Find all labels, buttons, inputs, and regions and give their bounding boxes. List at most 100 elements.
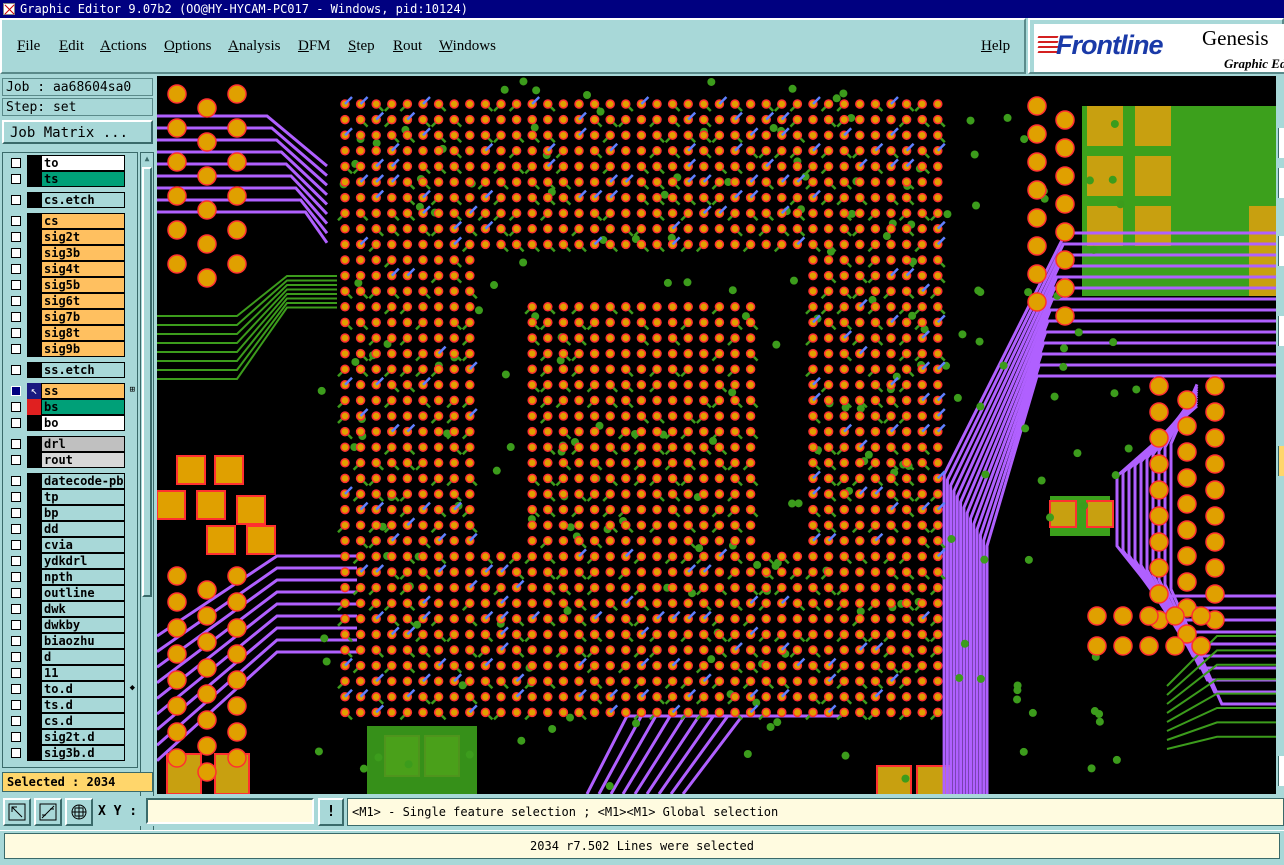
scroll-thumb[interactable]	[142, 167, 152, 597]
layer-name[interactable]: sig8t	[41, 325, 125, 341]
layer-checkbox[interactable]	[11, 365, 21, 375]
layer-checkbox[interactable]	[11, 636, 21, 646]
layer-row-bo[interactable]: bo	[3, 415, 137, 431]
menu-analysis[interactable]: Analysis	[228, 38, 281, 55]
layer-display-toggle[interactable]	[27, 489, 41, 505]
layer-checkbox[interactable]	[11, 344, 21, 354]
layer-row-sig9b[interactable]: sig9b	[3, 341, 137, 357]
layer-display-toggle[interactable]	[27, 633, 41, 649]
layer-display-toggle[interactable]	[27, 505, 41, 521]
layer-checkbox[interactable]	[11, 748, 21, 758]
layer-row-11[interactable]: 11	[3, 665, 137, 681]
layer-checkbox[interactable]	[11, 386, 21, 396]
right-tool-tab[interactable]	[1278, 316, 1284, 346]
layer-row-to[interactable]: to	[3, 155, 137, 171]
menu-windows[interactable]: Windows	[439, 38, 496, 55]
layer-display-toggle[interactable]	[27, 415, 41, 431]
layer-checkbox[interactable]	[11, 216, 21, 226]
layer-checkbox[interactable]	[11, 280, 21, 290]
menu-file[interactable]: File	[17, 38, 40, 55]
alert-button[interactable]: !	[318, 798, 344, 826]
layer-name[interactable]: drl	[41, 436, 125, 452]
layer-display-toggle[interactable]	[27, 309, 41, 325]
layer-row-sig6t[interactable]: sig6t	[3, 293, 137, 309]
measure-button[interactable]	[34, 798, 62, 826]
layer-display-toggle[interactable]	[27, 473, 41, 489]
layer-display-toggle[interactable]	[27, 341, 41, 357]
layer-list-scrollbar[interactable]: ▲ ▼	[140, 152, 154, 844]
layer-name[interactable]: ts.d	[41, 697, 125, 713]
layer-row-sig8t[interactable]: sig8t	[3, 325, 137, 341]
layer-name[interactable]: biaozhu	[41, 633, 125, 649]
layer-name[interactable]: cs.etch	[41, 192, 125, 208]
layer-name[interactable]: cs.d	[41, 713, 125, 729]
layer-checkbox[interactable]	[11, 455, 21, 465]
grid-button[interactable]	[65, 798, 93, 826]
layer-display-toggle[interactable]	[27, 649, 41, 665]
layer-checkbox[interactable]	[11, 418, 21, 428]
layer-row-sig2t-d[interactable]: sig2t.d	[3, 729, 137, 745]
layer-checkbox[interactable]	[11, 402, 21, 412]
layer-display-toggle[interactable]	[27, 681, 41, 697]
layer-checkbox[interactable]	[11, 232, 21, 242]
layer-row-bs[interactable]: bs	[3, 399, 137, 415]
layer-name[interactable]: rout	[41, 452, 125, 468]
layer-checkbox[interactable]	[11, 158, 21, 168]
layer-row-drl[interactable]: drl	[3, 436, 137, 452]
layer-display-toggle[interactable]	[27, 436, 41, 452]
layer-name[interactable]: sig9b	[41, 341, 125, 357]
layer-checkbox[interactable]	[11, 296, 21, 306]
layer-name[interactable]: dd	[41, 521, 125, 537]
layer-display-toggle[interactable]	[27, 261, 41, 277]
layer-name[interactable]: dwk	[41, 601, 125, 617]
layer-name[interactable]: sig7b	[41, 309, 125, 325]
pcb-layout-view[interactable]	[157, 76, 1276, 794]
layer-name[interactable]: ss.etch	[41, 362, 125, 378]
layer-checkbox[interactable]	[11, 716, 21, 726]
layer-checkbox[interactable]	[11, 439, 21, 449]
layer-checkbox[interactable]	[11, 732, 21, 742]
layer-checkbox[interactable]	[11, 540, 21, 550]
layer-name[interactable]: sig3b.d	[41, 745, 125, 761]
layer-row-dwk[interactable]: dwk	[3, 601, 137, 617]
layer-display-toggle[interactable]	[27, 521, 41, 537]
layer-row-cs-d[interactable]: cs.d	[3, 713, 137, 729]
layer-checkbox[interactable]	[11, 492, 21, 502]
layer-row-sig4t[interactable]: sig4t	[3, 261, 137, 277]
layer-row-ss[interactable]: ↖ ss ⊞	[3, 383, 137, 399]
menu-actions[interactable]: Actions	[100, 38, 147, 55]
layer-name[interactable]: bo	[41, 415, 125, 431]
layer-display-toggle[interactable]	[27, 293, 41, 309]
layer-display-toggle[interactable]	[27, 601, 41, 617]
layer-checkbox[interactable]	[11, 604, 21, 614]
layer-name[interactable]: bp	[41, 505, 125, 521]
layer-row-tp[interactable]: tp	[3, 489, 137, 505]
layer-name[interactable]: outline	[41, 585, 125, 601]
layer-row-ydkdrl[interactable]: ydkdrl	[3, 553, 137, 569]
menu-edit[interactable]: Edit	[59, 38, 84, 55]
layer-row-ts-d[interactable]: ts.d	[3, 697, 137, 713]
layer-checkbox[interactable]	[11, 668, 21, 678]
layer-row-npth[interactable]: npth	[3, 569, 137, 585]
layer-name[interactable]: sig6t	[41, 293, 125, 309]
layer-display-toggle[interactable]	[27, 729, 41, 745]
menu-help[interactable]: Help	[981, 38, 1010, 55]
layer-row-bp[interactable]: bp	[3, 505, 137, 521]
layer-name[interactable]: 11	[41, 665, 125, 681]
layer-row-d[interactable]: d	[3, 649, 137, 665]
layer-display-toggle[interactable]	[27, 713, 41, 729]
layer-display-toggle[interactable]	[27, 155, 41, 171]
layer-name[interactable]: to	[41, 155, 125, 171]
menu-dfm[interactable]: DFM	[298, 38, 331, 55]
layer-row-cs-etch[interactable]: cs.etch	[3, 192, 137, 208]
layer-checkbox[interactable]	[11, 684, 21, 694]
layer-display-toggle[interactable]	[27, 229, 41, 245]
layer-checkbox[interactable]	[11, 620, 21, 630]
layer-checkbox[interactable]	[11, 572, 21, 582]
app-close-icon[interactable]	[3, 3, 15, 15]
layer-row-sig5b[interactable]: sig5b	[3, 277, 137, 293]
scroll-up-icon[interactable]: ▲	[142, 153, 152, 165]
layer-checkbox[interactable]	[11, 556, 21, 566]
xy-coordinate-input[interactable]	[146, 798, 314, 824]
layer-name[interactable]: sig5b	[41, 277, 125, 293]
